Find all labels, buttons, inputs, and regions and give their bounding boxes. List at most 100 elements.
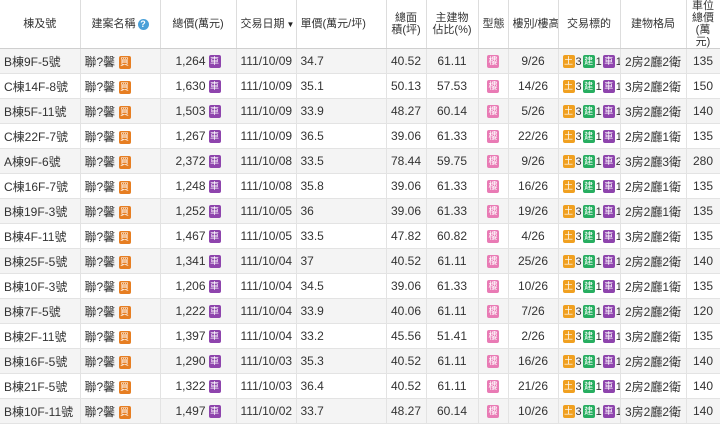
col-header-area[interactable]: 總面積(坪) bbox=[386, 0, 427, 49]
table-row[interactable]: B棟21F-5號 聯?馨 買 1,322 車 111/10/03 36.4 40.… bbox=[0, 373, 720, 399]
cell-layout: 2房2廳2衛 bbox=[620, 373, 687, 399]
cell-layout: 3房2廳3衛 bbox=[620, 148, 687, 174]
building-count: 1 bbox=[595, 405, 602, 418]
building-type-icon: 樓 bbox=[487, 230, 499, 244]
col-header-main-ratio[interactable]: 主建物佔比(%) bbox=[426, 0, 479, 49]
cell-unit: B棟19F-3號 bbox=[0, 198, 81, 224]
table-row[interactable]: C棟14F-8號 聯?馨 買 1,630 車 111/10/09 35.1 50.… bbox=[0, 73, 720, 99]
table-row[interactable]: B棟16F-5號 聯?馨 買 1,290 車 111/10/03 35.3 40.… bbox=[0, 348, 720, 374]
area-value: 48.27 bbox=[390, 404, 422, 418]
parking-count: 1 bbox=[616, 306, 619, 318]
ratio-value: 61.11 bbox=[437, 304, 467, 318]
cell-parking: 150 bbox=[686, 73, 720, 99]
cell-unit-price: 35.1 bbox=[296, 73, 387, 99]
parking-tag-icon: 車 bbox=[602, 305, 615, 319]
table-row[interactable]: A棟9F-6號 聯?馨 買 2,372 車 111/10/08 33.5 78.4… bbox=[0, 148, 720, 174]
cell-area: 40.52 bbox=[386, 348, 427, 374]
project-name[interactable]: 聯?馨 bbox=[85, 355, 116, 369]
cell-unit-price: 35.8 bbox=[296, 173, 387, 199]
col-header-target[interactable]: 交易標的 bbox=[558, 0, 621, 49]
cell-unit: B棟10F-3號 bbox=[0, 273, 81, 299]
project-name[interactable]: 聯?馨 bbox=[85, 155, 116, 169]
building-count: 1 bbox=[595, 80, 602, 93]
project-name[interactable]: 聯?馨 bbox=[85, 80, 116, 94]
cell-date: 111/10/08 bbox=[236, 173, 297, 199]
cell-target: 土3建1車1 bbox=[558, 123, 621, 149]
table-row[interactable]: C棟16F-7號 聯?馨 買 1,248 車 111/10/08 35.8 39.… bbox=[0, 173, 720, 199]
col-header-unit-price-label: 單價(萬元/坪) bbox=[300, 18, 366, 30]
col-header-floor[interactable]: 樓別/樓高 bbox=[508, 0, 559, 49]
parking-price: 135 bbox=[692, 279, 714, 293]
car-tag-icon: 車 bbox=[208, 130, 221, 144]
project-name[interactable]: 聯?馨 bbox=[85, 380, 116, 394]
table-row[interactable]: B棟10F-3號 聯?馨 買 1,206 車 111/10/04 34.5 39.… bbox=[0, 273, 720, 299]
buy-tag-icon: 買 bbox=[118, 380, 131, 394]
ratio-value: 61.33 bbox=[436, 179, 468, 193]
trade-date: 111/10/04 bbox=[240, 329, 293, 343]
ratio-value: 61.33 bbox=[436, 279, 468, 293]
col-header-layout[interactable]: 建物格局 bbox=[620, 0, 687, 49]
cell-ratio: 61.33 bbox=[426, 198, 479, 224]
project-name[interactable]: 聯?馨 bbox=[85, 255, 116, 269]
col-header-date[interactable]: 交易日期 ▼ bbox=[236, 0, 297, 49]
col-header-floor-label: 樓別/樓高 bbox=[512, 18, 558, 30]
col-header-project[interactable]: 建案名稱? bbox=[80, 0, 161, 49]
layout-value: 3房2廳2衛 bbox=[624, 104, 682, 119]
unit-text: C棟22F-7號 bbox=[4, 129, 69, 144]
cell-unit: B棟7F-5號 bbox=[0, 298, 81, 324]
cell-unit: C棟22F-7號 bbox=[0, 123, 81, 149]
cell-ratio: 61.11 bbox=[426, 348, 479, 374]
cell-floor: 16/26 bbox=[508, 348, 559, 374]
land-count: 3 bbox=[575, 105, 582, 118]
table-row[interactable]: B棟25F-5號 聯?馨 買 1,341 車 111/10/04 37 40.52… bbox=[0, 248, 720, 274]
trade-date: 111/10/03 bbox=[240, 354, 293, 368]
unit-text: C棟16F-7號 bbox=[4, 179, 69, 194]
cell-total: 1,630 車 bbox=[160, 73, 237, 99]
project-name[interactable]: 聯?馨 bbox=[85, 55, 116, 69]
project-name[interactable]: 聯?馨 bbox=[85, 205, 116, 219]
area-value: 40.52 bbox=[390, 354, 422, 368]
help-icon[interactable]: ? bbox=[137, 18, 149, 30]
total-price: 1,290 bbox=[175, 353, 206, 368]
table-row[interactable]: B棟10F-11號 聯?馨 買 1,497 車 111/10/02 33.7 48… bbox=[0, 398, 720, 424]
table-row[interactable]: B棟7F-5號 聯?馨 買 1,222 車 111/10/04 33.9 40.0… bbox=[0, 298, 720, 324]
project-name[interactable]: 聯?馨 bbox=[85, 105, 116, 119]
area-value: 40.52 bbox=[390, 379, 422, 393]
col-header-type[interactable]: 型態 bbox=[478, 0, 509, 49]
project-name[interactable]: 聯?馨 bbox=[85, 180, 116, 194]
trade-date: 111/10/05 bbox=[240, 204, 293, 218]
table-row[interactable]: B棟2F-11號 聯?馨 買 1,397 車 111/10/04 33.2 45.… bbox=[0, 323, 720, 349]
building-tag-icon: 建 bbox=[582, 80, 595, 94]
cell-target: 土3建1車1 bbox=[558, 348, 621, 374]
table-row[interactable]: C棟22F-7號 聯?馨 買 1,267 車 111/10/09 36.5 39.… bbox=[0, 123, 720, 149]
project-name[interactable]: 聯?馨 bbox=[85, 330, 116, 344]
layout-value: 2房2廳1衛 bbox=[624, 129, 682, 144]
cell-ratio: 61.11 bbox=[426, 298, 479, 324]
trade-date: 111/10/09 bbox=[240, 104, 293, 118]
unit-text: B棟9F-5號 bbox=[4, 54, 61, 69]
cell-unit-price: 36.4 bbox=[296, 373, 387, 399]
project-name[interactable]: 聯?馨 bbox=[85, 280, 116, 294]
col-header-parking[interactable]: 車位總價(萬元) bbox=[686, 0, 720, 49]
table-row[interactable]: B棟5F-11號 聯?馨 買 1,503 車 111/10/09 33.9 48.… bbox=[0, 98, 720, 124]
table-row[interactable]: B棟4F-11號 聯?馨 買 1,467 車 111/10/05 33.5 47.… bbox=[0, 223, 720, 249]
col-header-unit-price[interactable]: 單價(萬元/坪) bbox=[296, 0, 387, 49]
col-header-total[interactable]: 總價(萬元) bbox=[160, 0, 237, 49]
cell-layout: 2房2廳1衛 bbox=[620, 123, 687, 149]
cell-total: 1,222 車 bbox=[160, 298, 237, 324]
parking-tag-icon: 車 bbox=[602, 280, 615, 294]
project-name[interactable]: 聯?馨 bbox=[85, 130, 116, 144]
cell-unit-price: 33.7 bbox=[296, 398, 387, 424]
project-name[interactable]: 聯?馨 bbox=[85, 405, 116, 419]
cell-layout: 2房2廳2衛 bbox=[620, 348, 687, 374]
table-row[interactable]: B棟9F-5號 聯?馨 買 1,264 車 111/10/09 34.7 40.5… bbox=[0, 48, 720, 74]
table-row[interactable]: B棟19F-3號 聯?馨 買 1,252 車 111/10/05 36 39.06… bbox=[0, 198, 720, 224]
cell-ratio: 61.11 bbox=[426, 48, 479, 74]
project-name[interactable]: 聯?馨 bbox=[85, 305, 116, 319]
col-header-unit[interactable]: 棟及號 bbox=[0, 0, 81, 49]
unit-text: B棟2F-11號 bbox=[4, 329, 67, 344]
project-name[interactable]: 聯?馨 bbox=[85, 230, 116, 244]
layout-value: 2房2廳2衛 bbox=[624, 354, 682, 369]
cell-date: 111/10/04 bbox=[236, 298, 297, 324]
sort-desc-icon[interactable]: ▼ bbox=[287, 19, 295, 31]
